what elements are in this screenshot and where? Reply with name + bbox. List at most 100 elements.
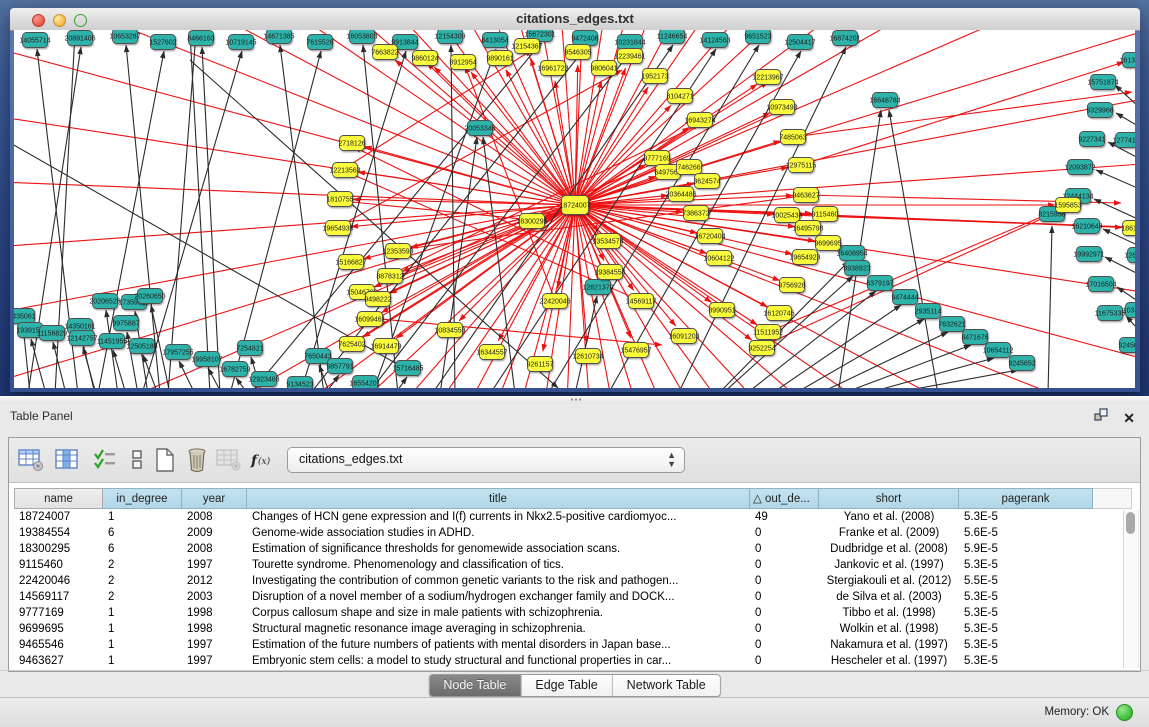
- graph-node[interactable]: 20891406: [64, 31, 95, 46]
- graph-node[interactable]: 19654935: [322, 221, 353, 236]
- close-panel-icon[interactable]: ✕: [1123, 411, 1135, 425]
- table-cell[interactable]: 5.3E-5: [959, 653, 1093, 669]
- graph-node[interactable]: 16914479: [370, 339, 401, 354]
- graph-node[interactable]: 14124563: [699, 33, 730, 48]
- table-cell[interactable]: de Silva et al. (2003): [819, 589, 959, 605]
- graph-node[interactable]: 12093872: [1064, 160, 1095, 175]
- graph-node[interactable]: 7386372: [682, 206, 709, 221]
- table-cell[interactable]: Changes of HCN gene expression and I(f) …: [247, 509, 750, 525]
- table-cell[interactable]: 2009: [182, 525, 247, 541]
- table-row[interactable]: 1872400712008Changes of HCN gene express…: [14, 509, 1127, 525]
- table-cell[interactable]: 9115460: [14, 557, 103, 573]
- graph-node[interactable]: 14569117: [626, 294, 657, 309]
- table-row[interactable]: 946362711997Embryonic stem cells: a mode…: [14, 653, 1127, 669]
- table-cell[interactable]: 1997: [182, 557, 247, 573]
- graph-node[interactable]: 16344557: [476, 345, 507, 360]
- graph-node[interactable]: 10604122: [703, 251, 734, 266]
- table-cell[interactable]: Estimation of the future numbers of pati…: [247, 637, 750, 653]
- table-cell[interactable]: 5.3E-5: [959, 605, 1093, 621]
- function-builder-icon[interactable]: f (x): [249, 446, 277, 474]
- graph-node[interactable]: 19384554: [594, 265, 625, 280]
- table-cell[interactable]: 22420046: [14, 573, 103, 589]
- graph-node[interactable]: 11675335: [1095, 306, 1126, 321]
- table-cell[interactable]: 0: [750, 621, 819, 637]
- table-cell[interactable]: 9463627: [14, 653, 103, 669]
- graph-node[interactable]: 15166827: [335, 255, 366, 270]
- table-cell[interactable]: 0: [750, 525, 819, 541]
- graph-node[interactable]: 9756928: [778, 278, 805, 293]
- table-cell[interactable]: 5.3E-5: [959, 509, 1093, 525]
- graph-node[interactable]: 9329966: [1086, 103, 1113, 118]
- table-cell[interactable]: 1998: [182, 605, 247, 621]
- graph-node[interactable]: 9463627: [792, 188, 819, 203]
- graph-node[interactable]: 16648784: [869, 93, 900, 108]
- table-cell[interactable]: Hescheler et al. (1997): [819, 653, 959, 669]
- graph-node[interactable]: 12213563: [329, 163, 360, 178]
- graph-node[interactable]: 8413054: [481, 33, 508, 48]
- graph-node[interactable]: 16091203: [668, 329, 699, 344]
- table-cell[interactable]: Stergiakouli et al. (2012): [819, 573, 959, 589]
- graph-node[interactable]: 10973493: [766, 100, 797, 115]
- graph-node[interactable]: 20053346: [464, 121, 495, 136]
- table-row[interactable]: 1456911722003Disruption of a novel membe…: [14, 589, 1127, 605]
- table-row[interactable]: 1830029562008Estimation of significance …: [14, 541, 1127, 557]
- table-cell[interactable]: 2: [103, 589, 182, 605]
- graph-node[interactable]: 16782759: [219, 362, 250, 377]
- graph-node[interactable]: 8990951: [708, 303, 735, 318]
- table-mode-icon[interactable]: [17, 446, 45, 474]
- table-cell[interactable]: 1: [103, 653, 182, 669]
- graph-node[interactable]: 18724007: [559, 196, 590, 215]
- graph-node[interactable]: 11451955: [97, 334, 128, 349]
- graph-node[interactable]: 16943274: [684, 113, 715, 128]
- graph-node[interactable]: 20260650: [134, 289, 165, 304]
- graph-node[interactable]: 15751874: [1087, 75, 1118, 90]
- graph-node[interactable]: 9472406: [571, 31, 598, 46]
- table-cell[interactable]: Disruption of a novel member of a sodium…: [247, 589, 750, 605]
- table-row[interactable]: 977716911998Corpus callosum shape and si…: [14, 605, 1127, 621]
- graph-node[interactable]: 22420046: [539, 294, 570, 309]
- graph-node[interactable]: 12774106: [1112, 133, 1135, 148]
- table-row[interactable]: 1938455462009Genome-wide association stu…: [14, 525, 1127, 541]
- network-canvas[interactable]: 1405571420891406106532871527602846616310…: [14, 30, 1135, 388]
- graph-node[interactable]: 14671385: [263, 30, 294, 44]
- graph-node[interactable]: 11246654: [657, 30, 688, 44]
- graph-node[interactable]: 16210643: [1071, 219, 1102, 234]
- graph-node[interactable]: 10025438: [771, 208, 802, 223]
- graph-node[interactable]: 9699695: [814, 236, 841, 251]
- create-column-icon[interactable]: [151, 446, 179, 474]
- column-header-year[interactable]: year: [182, 488, 247, 509]
- graph-node[interactable]: 10654112: [983, 343, 1014, 358]
- column-header-title[interactable]: title: [247, 488, 750, 509]
- graph-node[interactable]: 9975887: [112, 316, 139, 331]
- table-scrollbar[interactable]: [1123, 510, 1139, 668]
- graph-node[interactable]: 1861243: [1121, 221, 1135, 236]
- table-cell[interactable]: Nakamura et al. (1997): [819, 637, 959, 653]
- network-window-titlebar[interactable]: citations_edges.txt: [10, 8, 1140, 31]
- table-row[interactable]: 2242004622012Investigating the contribut…: [14, 573, 1127, 589]
- graph-node[interactable]: 12213967: [752, 70, 783, 85]
- table-cell[interactable]: 5.6E-5: [959, 525, 1093, 541]
- table-cell[interactable]: 0: [750, 653, 819, 669]
- table-cell[interactable]: 1: [103, 621, 182, 637]
- graph-node[interactable]: 746266: [677, 160, 702, 175]
- table-cell[interactable]: Corpus callosum shape and size in male p…: [247, 605, 750, 621]
- row-height-icon[interactable]: [123, 446, 151, 474]
- graph-node[interactable]: 10231844: [614, 35, 645, 50]
- graph-node[interactable]: 3624574: [693, 174, 720, 189]
- show-columns-icon[interactable]: [53, 446, 81, 474]
- graph-node[interactable]: 16554201: [349, 376, 380, 389]
- graph-node[interactable]: 10834553: [434, 323, 465, 338]
- graph-node[interactable]: 6379197: [866, 276, 893, 291]
- table-cell[interactable]: 9465546: [14, 637, 103, 653]
- graph-node[interactable]: 9860124: [411, 51, 438, 66]
- graph-node[interactable]: 17016504: [1085, 277, 1116, 292]
- table-cell[interactable]: 1: [103, 509, 182, 525]
- graph-node[interactable]: 12154309: [434, 30, 465, 44]
- table-select-dropdown[interactable]: citations_edges.txt ▲▼: [287, 447, 685, 473]
- table-cell[interactable]: 0: [750, 541, 819, 557]
- table-cell[interactable]: 19384554: [14, 525, 103, 541]
- column-header-out-de-[interactable]: △ out_de...: [750, 488, 819, 509]
- graph-node[interactable]: 9261157: [527, 357, 554, 372]
- graph-node[interactable]: 9245012: [1118, 338, 1135, 353]
- graph-node[interactable]: 10653287: [109, 30, 140, 44]
